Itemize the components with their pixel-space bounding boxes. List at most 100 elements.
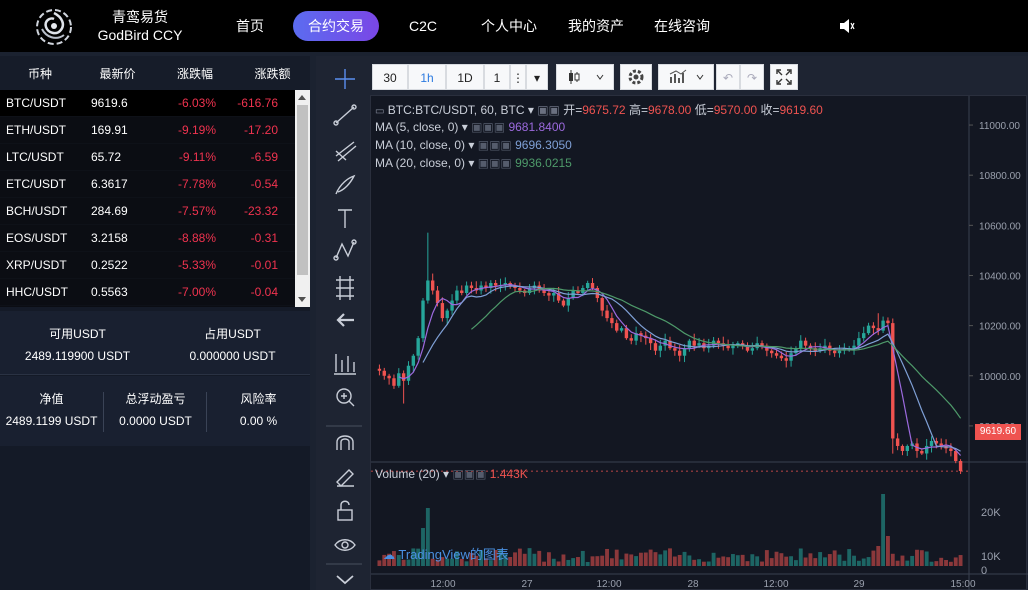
interval-1d-button[interactable]: 1D [446, 64, 484, 90]
candle-body [493, 283, 498, 286]
chart-pane[interactable]: 11000.00 10800.00 10600.00 10400.00 10200.00… [370, 95, 1028, 590]
candle-body [382, 370, 386, 376]
interval-dropdown-icon[interactable]: ▾ [526, 64, 548, 90]
candle-body [949, 448, 953, 451]
redo-icon[interactable]: ↷ [740, 64, 764, 90]
funds-summary: 可用USDT 2489.119900 USDT 占用USDT 0.000000 … [0, 311, 310, 375]
volume-legend[interactable]: Volume (20) ▾ ▣▣▣ 1.443K [375, 467, 528, 481]
net-value: 2489.1199 USDT [5, 414, 98, 428]
tradingview-widget: 30 1h 1D 1 ⋮ ▾ ↶ ↷ 11000.00 10800.00 106… [316, 56, 1028, 590]
cell-symbol: ETC/USDT [6, 177, 66, 191]
cell-price: 6.3617 [91, 177, 128, 191]
symbol-label[interactable]: BTC:BTC/USDT, 60, BTC [388, 103, 525, 117]
ma5-label[interactable]: MA (5, close, 0) [375, 120, 458, 134]
market-row-hhc[interactable]: HHC/USDT 0.5563 -7.00% -0.04 [0, 279, 310, 306]
candle-body [924, 445, 929, 454]
collapse-icon[interactable]: ▭ [375, 106, 384, 117]
market-row-xrp[interactable]: XRP/USDT 0.2522 -5.33% -0.01 [0, 252, 310, 279]
nav-user-center[interactable]: 个人中心 [474, 11, 544, 41]
nav-contract-trading[interactable]: 合约交易 [293, 11, 379, 41]
close-value: 9619.60 [779, 103, 823, 117]
cell-change-pct: -5.33% [177, 258, 216, 272]
cell-price: 0.5563 [91, 285, 128, 299]
candle-body [799, 340, 803, 349]
chart-type-button[interactable] [556, 64, 614, 90]
market-list-scrollbar[interactable] [295, 90, 310, 307]
volume-bar [551, 558, 556, 566]
symbol-dropdown-icon[interactable]: ▾ [524, 103, 537, 117]
nav-home[interactable]: 首页 [228, 11, 272, 41]
volume-bar [832, 550, 837, 566]
col-header-symbol[interactable]: 币种 [0, 65, 80, 82]
volume-bar [929, 561, 934, 566]
cell-change-pct: -8.88% [177, 231, 216, 245]
cell-price: 169.91 [91, 123, 128, 137]
candle-body [770, 350, 774, 354]
time-tick-label: 15:00 [950, 579, 975, 590]
pattern-icon [333, 239, 357, 261]
watermark-text[interactable]: TradingView的图表 [398, 547, 509, 562]
market-row-ltc[interactable]: LTC/USDT 65.72 -9.11% -6.59 [0, 144, 310, 171]
interval-30-button[interactable]: 30 [372, 64, 408, 90]
tradingview-watermark[interactable]: ☁ TradingView的图表 [383, 544, 509, 563]
col-header-change[interactable]: 涨跌额 [235, 65, 310, 82]
volume-bar [808, 553, 813, 566]
speaker-icon[interactable] [838, 18, 856, 34]
volume-bar [847, 549, 852, 566]
crosshair-icon [335, 69, 355, 89]
candle-body [430, 280, 435, 291]
indicators-button[interactable] [658, 64, 714, 90]
volume-bar [682, 551, 687, 566]
cell-symbol: BCH/USDT [6, 204, 68, 218]
market-row-eos[interactable]: EOS/USDT 3.2158 -8.88% -0.31 [0, 225, 310, 252]
nav-my-assets[interactable]: 我的资产 [561, 11, 631, 41]
nav-c2c[interactable]: C2C [401, 11, 445, 41]
custom-interval-input[interactable]: 1 [484, 64, 510, 90]
volume-bar [881, 494, 886, 566]
cell-symbol: XRP/USDT [6, 258, 67, 272]
godbird-logo-icon[interactable] [34, 7, 74, 47]
scrollbar-thumb[interactable] [297, 105, 308, 275]
ma20-legend[interactable]: MA (20, close, 0) ▾ ▣▣▣ 9936.0215 [375, 156, 572, 170]
ma5-line [398, 283, 962, 456]
ma10-legend[interactable]: MA (10, close, 0) ▾ ▣▣▣ 9696.3050 [375, 138, 572, 152]
more-vertical-icon[interactable]: ⋮ [510, 64, 526, 90]
ma10-label[interactable]: MA (10, close, 0) [375, 138, 465, 152]
scroll-down-icon[interactable] [298, 297, 306, 302]
volume-label[interactable]: Volume (20) [375, 467, 440, 481]
legend-actions-icon[interactable]: ▣▣ [537, 103, 563, 117]
ma20-label[interactable]: MA (20, close, 0) [375, 156, 465, 170]
candle-body [401, 373, 406, 381]
volume-bar [948, 561, 953, 566]
volume-bar [726, 557, 731, 566]
ma5-legend[interactable]: MA (5, close, 0) ▾ ▣▣▣ 9681.8400 [375, 120, 565, 134]
candle-body [615, 323, 619, 331]
volume-bar [571, 558, 576, 566]
market-row-btc[interactable]: BTC/USDT 9619.6 -6.03% -616.76 [0, 90, 310, 117]
volume-bar [905, 560, 910, 566]
scroll-up-icon[interactable] [298, 95, 306, 100]
undo-icon[interactable]: ↶ [716, 64, 740, 90]
col-header-change-pct[interactable]: 涨跌幅 [155, 65, 235, 82]
volume-bar [939, 557, 944, 566]
col-header-price[interactable]: 最新价 [80, 65, 155, 82]
volume-bar [755, 556, 760, 566]
market-row-bch[interactable]: BCH/USDT 284.69 -7.57% -23.32 [0, 198, 310, 225]
settings-gear-icon[interactable] [620, 64, 652, 90]
cell-price: 0.2522 [91, 258, 128, 272]
candle-body [619, 328, 624, 331]
volume-bar [517, 548, 522, 566]
market-row-etc[interactable]: ETC/USDT 6.3617 -7.78% -0.54 [0, 171, 310, 198]
volume-bar [546, 552, 551, 566]
cell-change: -0.31 [250, 231, 278, 245]
price-tick-label: 10800.00 [979, 171, 1021, 182]
interval-1h-button[interactable]: 1h [408, 64, 446, 90]
candlestick-chart[interactable]: 11000.00 10800.00 10600.00 10400.00 10200.00… [371, 96, 1028, 590]
time-tick-label: 12:00 [430, 579, 455, 590]
market-table-header: 币种 最新价 涨跌幅 涨跌额 [0, 56, 310, 90]
candle-body [900, 445, 905, 451]
market-row-eth[interactable]: ETH/USDT 169.91 -9.19% -17.20 [0, 117, 310, 144]
fullscreen-icon[interactable] [770, 64, 798, 90]
nav-online-support[interactable]: 在线咨询 [647, 11, 717, 41]
market-panel: 币种 最新价 涨跌幅 涨跌额 BTC/USDT 9619.6 -6.03% -616.… [0, 56, 310, 590]
